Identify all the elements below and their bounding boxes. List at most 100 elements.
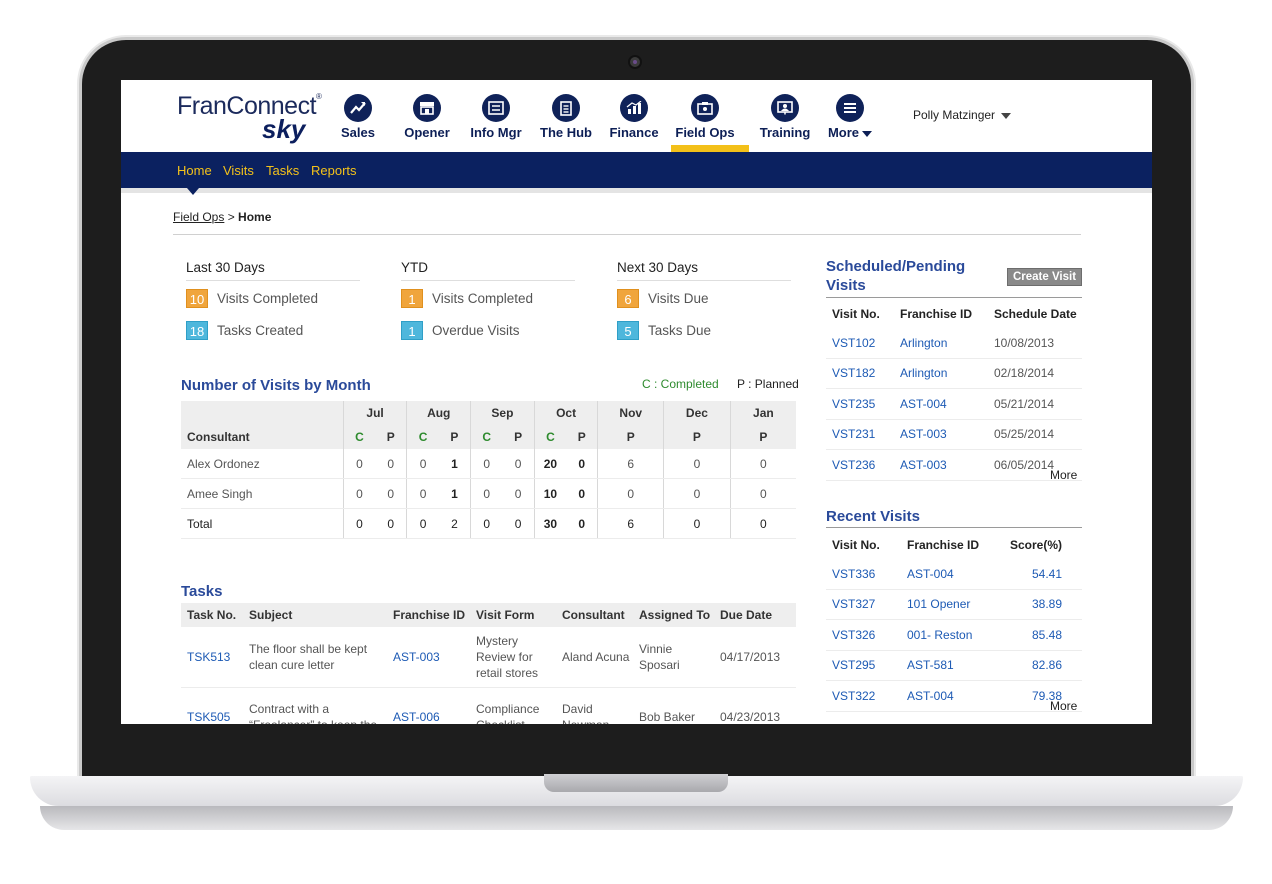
franchise-id-link[interactable]: AST-003: [894, 449, 988, 481]
consultant-header: Consultant: [181, 425, 344, 449]
franchise-id-link[interactable]: AST-003: [894, 419, 988, 450]
month-header: Oct: [533, 401, 598, 425]
visit-number-link[interactable]: VST102: [826, 328, 894, 359]
task-number-link[interactable]: TSK505: [181, 687, 243, 724]
visit-number-link[interactable]: VST295: [826, 650, 901, 681]
visit-number-link[interactable]: VST236: [826, 449, 894, 481]
score-value: 38.89: [998, 589, 1082, 620]
franchise-id-link[interactable]: 001- Reston: [901, 619, 998, 651]
subnav-visits[interactable]: Visits: [223, 163, 254, 178]
completed-subheader: C: [470, 425, 503, 449]
table-row[interactable]: VST102 Arlington 10/08/2013: [826, 328, 1082, 359]
visit-total: 30: [533, 508, 567, 539]
summary-label: Tasks Due: [648, 322, 712, 338]
laptop-base-edge: [40, 806, 1233, 830]
visit-number-link[interactable]: VST235: [826, 388, 894, 420]
month-header-row: Jul Aug Sep Oct Nov Dec Jan: [181, 401, 796, 425]
summary-item[interactable]: 1 Visits Completed: [401, 283, 575, 313]
franchise-id-link[interactable]: AST-004: [901, 680, 998, 712]
franchise-id-link[interactable]: 101 Opener: [901, 589, 998, 620]
table-row[interactable]: VST327 101 Opener 38.89: [826, 589, 1082, 620]
subnav-reports[interactable]: Reports: [311, 163, 357, 178]
visit-number-link[interactable]: VST322: [826, 680, 901, 712]
summary-item[interactable]: 5 Tasks Due: [617, 315, 791, 345]
month-header: Dec: [663, 401, 731, 425]
subnav-tasks[interactable]: Tasks: [266, 163, 299, 178]
summary-next-30-days: Next 30 Days 6 Visits Due 5 Tasks Due: [617, 260, 791, 345]
nav-sales[interactable]: Sales: [341, 94, 375, 140]
count-badge: 10: [186, 288, 208, 308]
summary-item[interactable]: 6 Visits Due: [617, 283, 791, 313]
nav-label: Finance: [609, 125, 659, 140]
visit-total: 6: [597, 508, 664, 539]
franconnect-logo[interactable]: FranConnect® sky: [177, 92, 322, 144]
blank-header: [181, 401, 344, 425]
recent-visits-title: Recent Visits: [826, 508, 920, 525]
nav-label: The Hub: [540, 125, 592, 140]
col-subject: Subject: [243, 603, 387, 627]
table-row[interactable]: VST326 001- Reston 85.48: [826, 619, 1082, 651]
col-due-date: Due Date: [714, 603, 796, 627]
task-number-link[interactable]: TSK513: [181, 627, 243, 688]
franchise-id-link[interactable]: Arlington: [894, 328, 988, 359]
franchise-id-link[interactable]: AST-004: [901, 559, 998, 590]
summary-item[interactable]: 1 Overdue Visits: [401, 315, 575, 345]
col-task-no: Task No.: [181, 603, 243, 627]
table-row[interactable]: TSK505 Contract with a “Freelancer” to k…: [181, 687, 796, 724]
schedule-date: 05/21/2014: [988, 388, 1082, 420]
franchise-id-link[interactable]: AST-581: [901, 650, 998, 681]
franchise-id-link[interactable]: AST-004: [894, 388, 988, 420]
planned-subheader: P: [566, 425, 598, 449]
table-row: Amee Singh 0 0 0 1 0 0 10 0 0 0 0: [181, 478, 796, 509]
visit-number-link[interactable]: VST182: [826, 358, 894, 389]
table-row[interactable]: TSK513 The floor shall be kept clean cur…: [181, 627, 796, 688]
active-subnav-pointer: [187, 188, 199, 195]
col-franchise-id: Franchise ID: [900, 307, 973, 321]
month-header: Nov: [597, 401, 664, 425]
summary-ytd: YTD 1 Visits Completed 1 Overdue Visits: [401, 260, 575, 345]
franchise-id-link[interactable]: AST-006: [387, 687, 470, 724]
scheduled-more-link[interactable]: More: [1050, 468, 1077, 482]
info-manager-icon: [482, 94, 510, 122]
visit-number-link[interactable]: VST336: [826, 559, 901, 590]
nav-finance[interactable]: Finance: [609, 94, 659, 140]
table-row[interactable]: VST236 AST-003 06/05/2014: [826, 449, 1082, 481]
completed-subheader: C: [342, 425, 376, 449]
table-row[interactable]: VST182 Arlington 02/18/2014: [826, 358, 1082, 389]
month-header: Aug: [406, 401, 471, 425]
franchise-id-link[interactable]: Arlington: [894, 358, 988, 389]
nav-more[interactable]: More: [827, 94, 873, 140]
table-row[interactable]: VST295 AST-581 82.86: [826, 650, 1082, 681]
sub-navigation: Home Visits Tasks Reports: [121, 152, 1152, 188]
schedule-date: 02/18/2014: [988, 358, 1082, 389]
recent-more-link[interactable]: More: [1050, 699, 1077, 713]
table-row[interactable]: VST322 AST-004 79.38: [826, 680, 1082, 712]
nav-opener[interactable]: Opener: [403, 94, 451, 140]
planned-subheader: P: [729, 425, 796, 449]
table-row[interactable]: VST235 AST-004 05/21/2014: [826, 388, 1082, 420]
subnav-home[interactable]: Home: [177, 163, 212, 178]
visit-count: 6: [597, 449, 664, 479]
nav-the-hub[interactable]: The Hub: [538, 94, 594, 140]
nav-field-ops[interactable]: Field Ops: [673, 94, 737, 140]
visit-number-link[interactable]: VST326: [826, 619, 901, 651]
visit-number-link[interactable]: VST327: [826, 589, 901, 620]
visit-number-link[interactable]: VST231: [826, 419, 894, 450]
summary-label: Visits Completed: [432, 290, 534, 306]
planned-subheader: P: [438, 425, 471, 449]
nav-training[interactable]: Training: [757, 94, 813, 140]
table-row: Alex Ordonez 0 0 0 1 0 0 20 0 6 0 0: [181, 449, 796, 479]
create-visit-button[interactable]: Create Visit: [1007, 268, 1082, 286]
franchise-id-link[interactable]: AST-003: [387, 627, 470, 688]
visit-count: 1: [438, 478, 471, 509]
nav-info-mgr[interactable]: Info Mgr: [468, 94, 524, 140]
summary-item[interactable]: 10 Visits Completed: [186, 283, 360, 313]
user-menu[interactable]: Polly Matzinger: [913, 108, 1012, 122]
summary-item[interactable]: 18 Tasks Created: [186, 315, 360, 345]
table-row[interactable]: VST231 AST-003 05/25/2014: [826, 419, 1082, 450]
menu-icon: [836, 94, 864, 122]
visit-count: 0: [502, 449, 535, 479]
tasks-table: Task No. Subject Franchise ID Visit Form…: [181, 603, 796, 724]
breadcrumb-link-field-ops[interactable]: Field Ops: [173, 210, 224, 224]
table-row[interactable]: VST336 AST-004 54.41: [826, 559, 1082, 590]
